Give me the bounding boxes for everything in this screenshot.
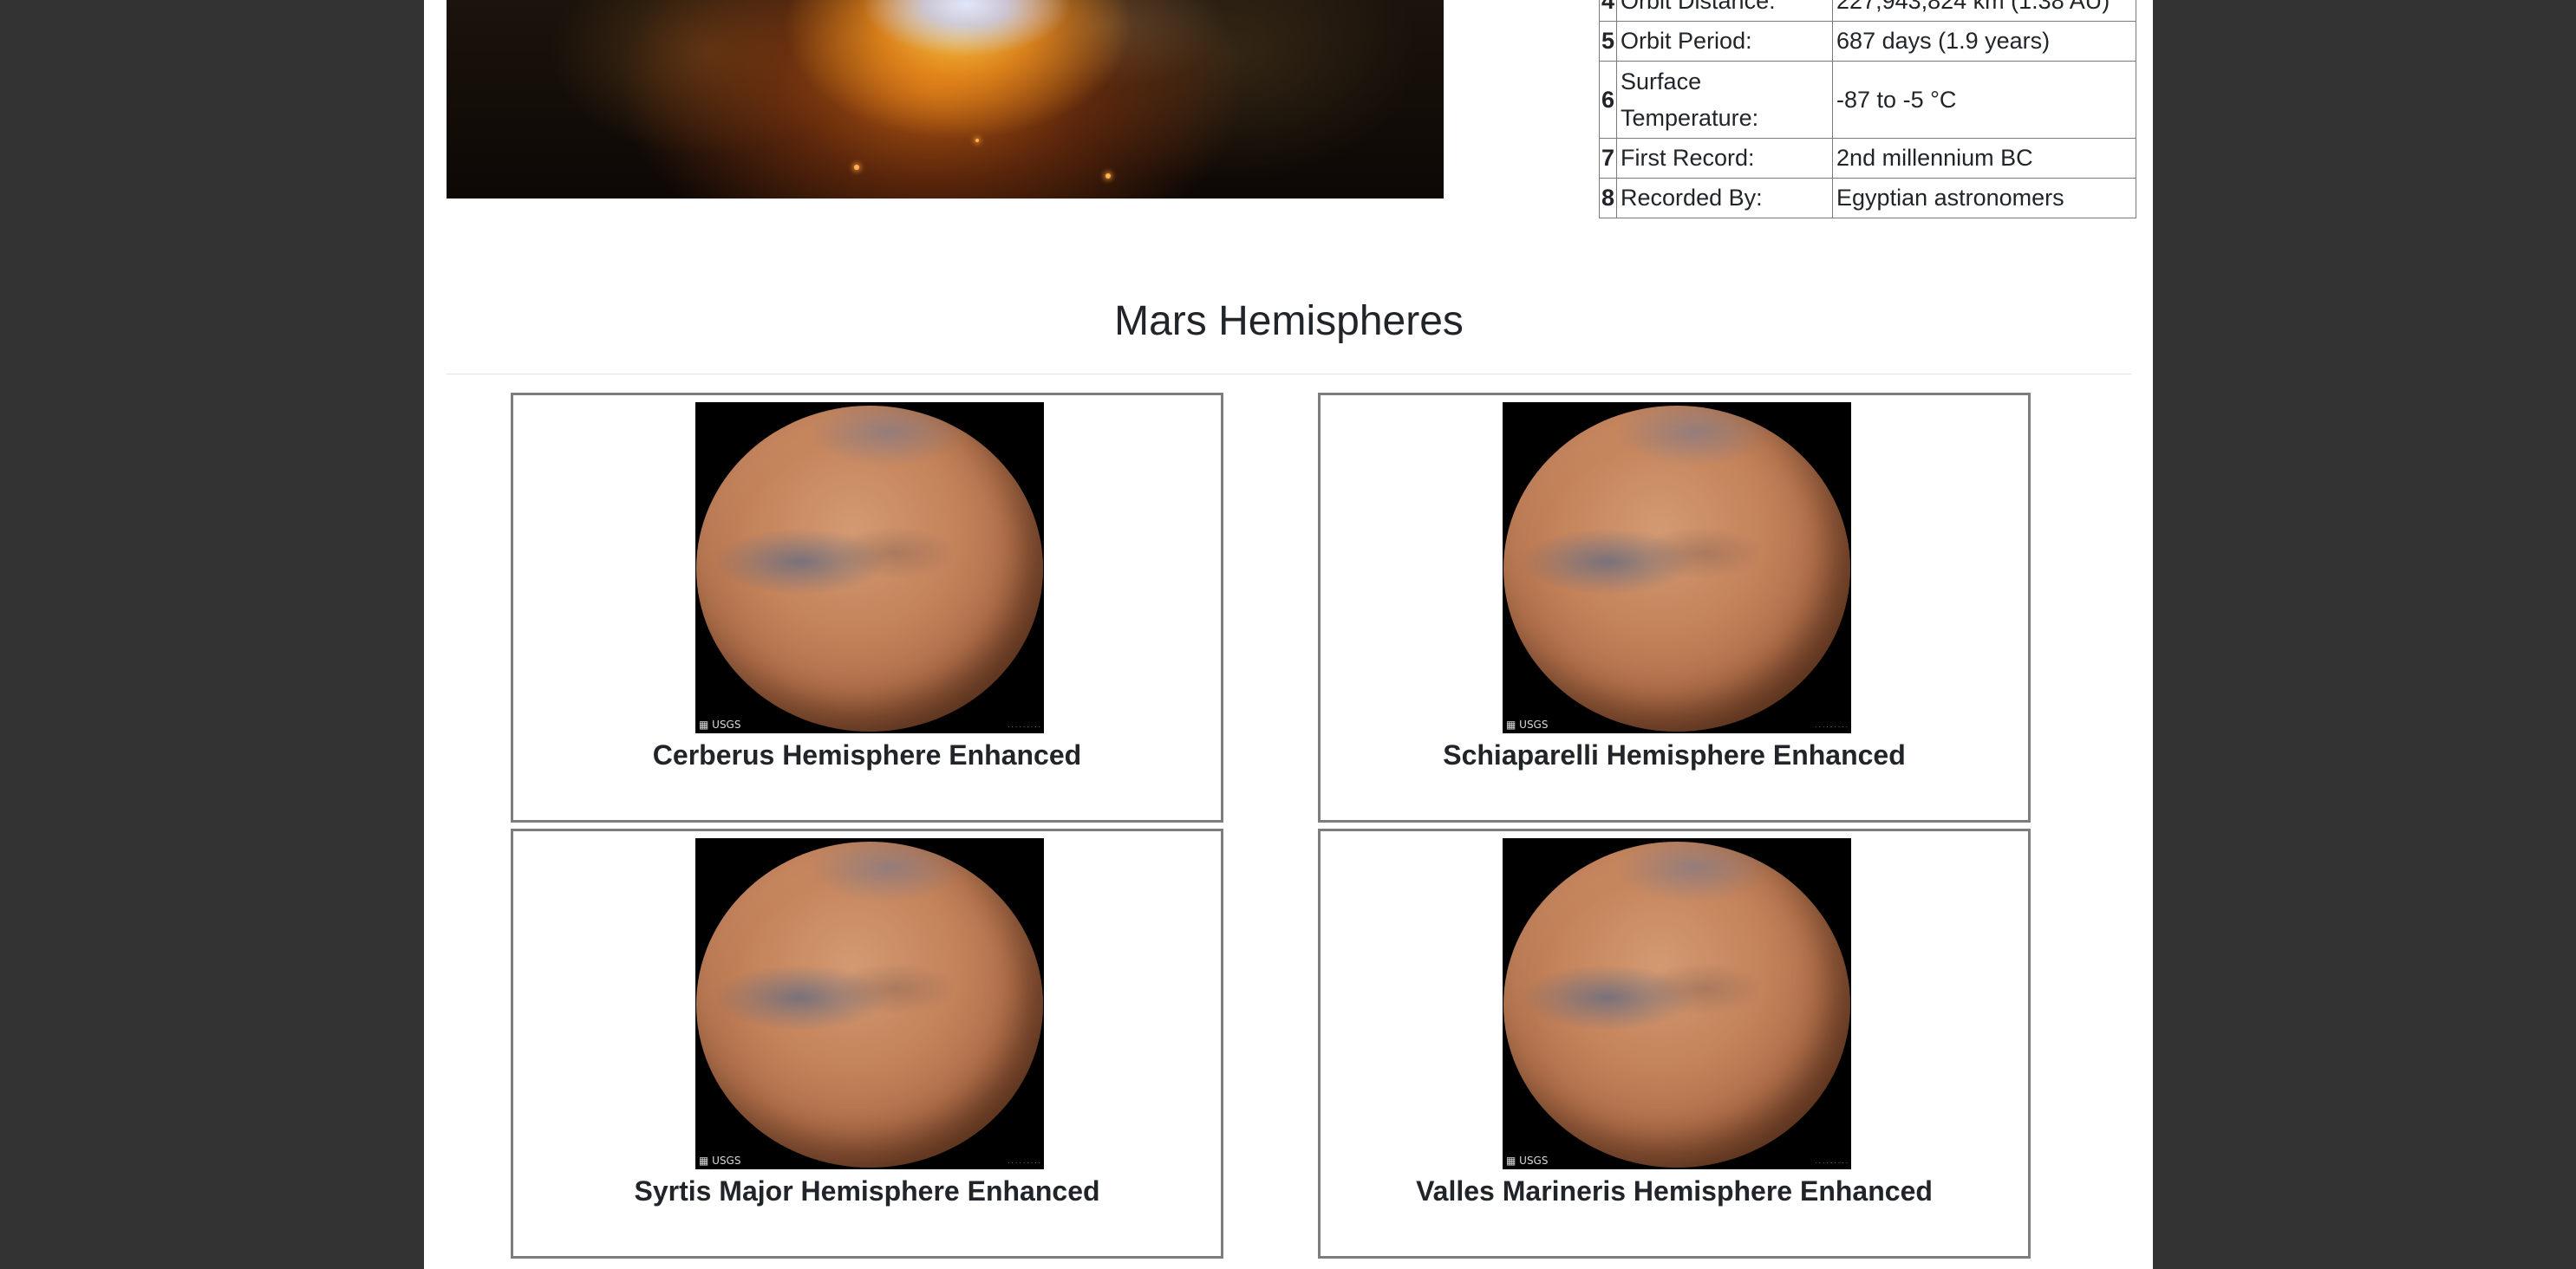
mars-globe-image (696, 406, 1043, 732)
star-glint (975, 139, 979, 142)
hemisphere-title[interactable]: Schiaparelli Hemisphere Enhanced (1321, 739, 2028, 771)
fact-label: Orbit Period: (1616, 21, 1834, 62)
fact-value: 687 days (1.9 years) (1832, 21, 2137, 62)
fact-label: Surface Temperature: (1616, 61, 1834, 139)
hemisphere-title[interactable]: Valles Marineris Hemisphere Enhanced (1321, 1175, 2028, 1207)
mars-facts-table: 4 Orbit Distance: 227,943,824 km (1.38 A… (1598, 0, 2137, 218)
hemisphere-image[interactable]: ▦ USGS · · · · · · · · · (695, 402, 1044, 733)
hemisphere-image[interactable]: ▦ USGS · · · · · · · · · (1503, 402, 1851, 733)
table-row: 7 First Record: 2nd millennium BC (1598, 138, 2137, 179)
image-credit: · · · · · · · · · (1815, 724, 1848, 731)
hemisphere-title[interactable]: Syrtis Major Hemisphere Enhanced (513, 1175, 1221, 1207)
usgs-logo: ▦ USGS (1506, 1155, 1549, 1167)
usgs-logo: ▦ USGS (699, 1155, 741, 1167)
image-credit: · · · · · · · · · (1008, 724, 1040, 731)
star-glint (1105, 173, 1111, 179)
section-title: Mars Hemispheres (1114, 298, 1464, 344)
hemisphere-title[interactable]: Cerberus Hemisphere Enhanced (513, 739, 1221, 771)
usgs-logo: ▦ USGS (699, 719, 741, 731)
row-index: 4 (1598, 0, 1618, 22)
fact-label: First Record: (1616, 138, 1834, 179)
usgs-logo: ▦ USGS (1506, 719, 1549, 731)
table-row: 4 Orbit Distance: 227,943,824 km (1.38 A… (1598, 0, 2137, 22)
row-index: 8 (1598, 178, 1618, 218)
row-index: 5 (1598, 21, 1618, 62)
fact-value: -87 to -5 °C (1832, 61, 2137, 139)
table-row: 8 Recorded By: Egyptian astronomers (1598, 178, 2137, 218)
hemisphere-image[interactable]: ▦ USGS · · · · · · · · · (695, 838, 1044, 1169)
fact-label: Orbit Distance: (1616, 0, 1834, 22)
fact-value: Egyptian astronomers (1832, 178, 2137, 218)
row-index: 6 (1598, 61, 1618, 139)
mars-globe-image (1503, 406, 1850, 732)
star-glint (854, 165, 859, 170)
fact-value: 2nd millennium BC (1832, 138, 2137, 179)
table-row: 5 Orbit Period: 687 days (1.9 years) (1598, 21, 2137, 62)
hemisphere-image[interactable]: ▦ USGS · · · · · · · · · (1503, 838, 1851, 1169)
mars-globe-image (696, 842, 1043, 1168)
image-credit: · · · · · · · · · (1008, 1160, 1040, 1167)
image-credit: · · · · · · · · · (1815, 1160, 1848, 1167)
featured-image[interactable] (447, 0, 1444, 198)
mars-globe-image (1503, 842, 1850, 1168)
hemisphere-card-valles-marineris[interactable]: ▦ USGS · · · · · · · · · Valles Marineri… (1318, 829, 2031, 1259)
hemisphere-card-cerberus[interactable]: ▦ USGS · · · · · · · · · Cerberus Hemisp… (511, 393, 1223, 823)
hemisphere-card-schiaparelli[interactable]: ▦ USGS · · · · · · · · · Schiaparelli He… (1318, 393, 2031, 823)
fact-value: 227,943,824 km (1.38 AU) (1832, 0, 2137, 22)
table-row: 6 Surface Temperature: -87 to -5 °C (1598, 61, 2137, 139)
row-index: 7 (1598, 138, 1618, 179)
hemisphere-card-syrtis-major[interactable]: ▦ USGS · · · · · · · · · Syrtis Major He… (511, 829, 1223, 1259)
page-container: 4 Orbit Distance: 227,943,824 km (1.38 A… (424, 0, 2153, 1269)
fact-label: Recorded By: (1616, 178, 1834, 218)
